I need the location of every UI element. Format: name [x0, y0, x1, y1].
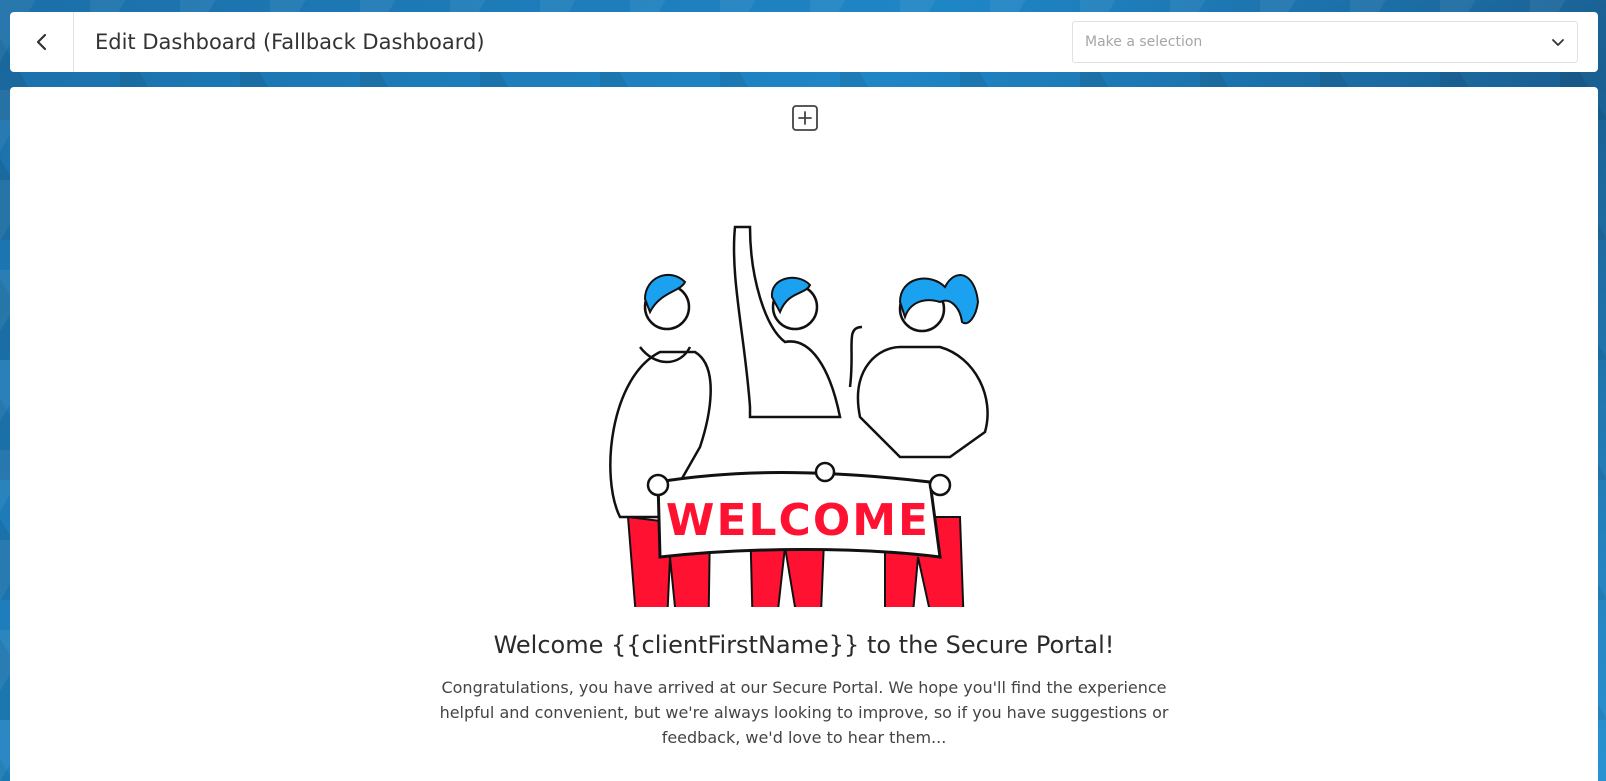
- welcome-body: Congratulations, you have arrived at our…: [439, 678, 1169, 747]
- select-placeholder: Make a selection: [1085, 34, 1203, 50]
- back-button[interactable]: [10, 12, 74, 72]
- dashboard-canvas: WELCOME Welcome {{clientFirstName}} to t…: [10, 87, 1598, 781]
- banner-text: WELCOME: [666, 495, 930, 546]
- chevron-down-icon: [1552, 39, 1564, 46]
- page-title: Edit Dashboard (Fallback Dashboard): [95, 30, 485, 54]
- top-bar: Edit Dashboard (Fallback Dashboard) Make…: [10, 12, 1598, 72]
- dashboard-select[interactable]: Make a selection: [1072, 21, 1578, 63]
- plus-square-icon: [792, 105, 818, 131]
- person-middle: [732, 225, 842, 419]
- welcome-heading: Welcome {{clientFirstName}} to the Secur…: [493, 631, 1115, 659]
- chevron-left-icon: [36, 33, 46, 51]
- welcome-illustration: WELCOME: [609, 225, 989, 607]
- add-widget-button[interactable]: [791, 104, 819, 132]
